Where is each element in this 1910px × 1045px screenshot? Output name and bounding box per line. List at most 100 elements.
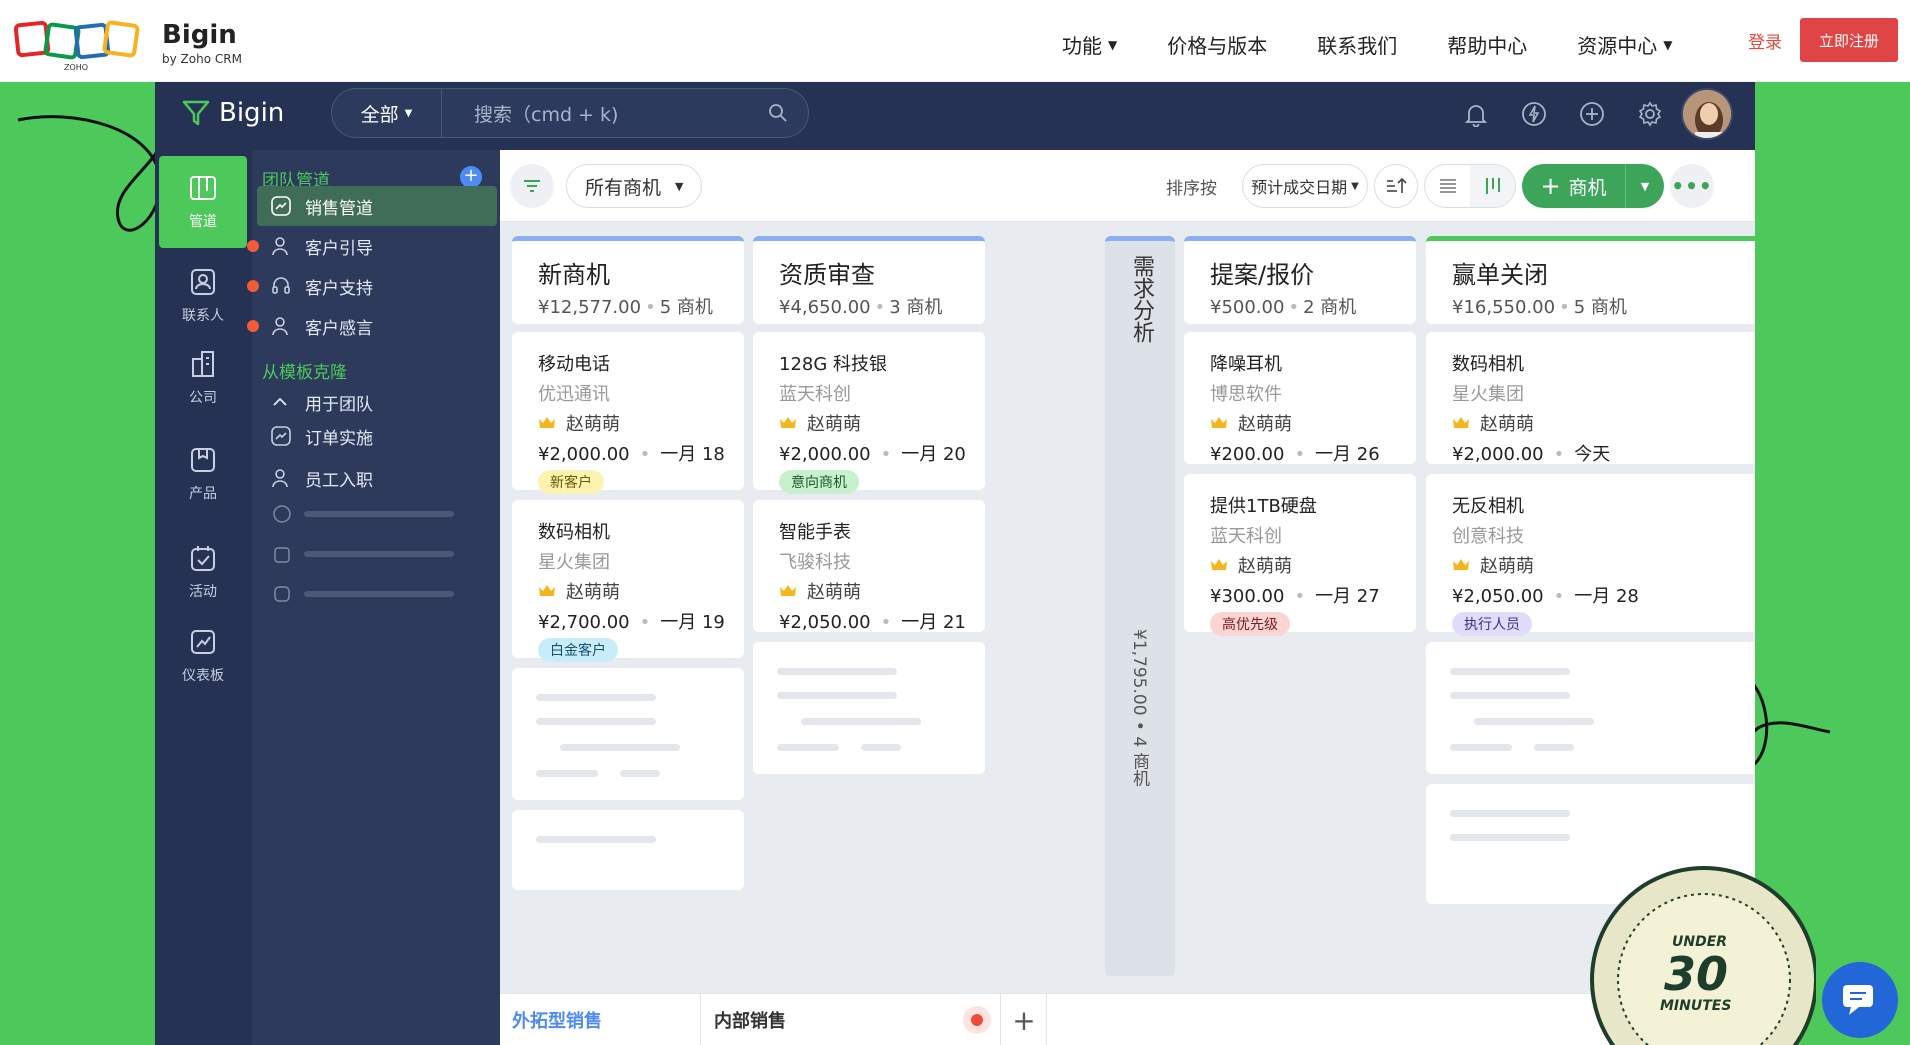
svg-text:30: 30 xyxy=(1664,947,1728,1001)
nav-links: 功能 ▼ 价格与版本 联系我们 帮助中心 资源中心 ▼ xyxy=(1062,30,1722,59)
bigin-logo[interactable]: Bigin xyxy=(181,98,284,128)
stage-header[interactable]: 资质审查 ¥4,650.00 • 3 商机 xyxy=(753,236,985,324)
nav-link-help[interactable]: 帮助中心 xyxy=(1447,30,1527,59)
chevron-up-icon xyxy=(271,393,293,411)
placeholder-card xyxy=(1426,642,1755,774)
chat-widget-button[interactable] xyxy=(1822,962,1898,1038)
status-dot xyxy=(247,280,259,292)
crown-icon xyxy=(1211,559,1227,570)
deal-amount-date: ¥2,000.00 • 一月 18 xyxy=(538,444,725,465)
sidebar-item-onboarding[interactable]: 客户引导 xyxy=(247,226,497,266)
stage-name: 需求分析 xyxy=(1129,255,1154,343)
deal-card[interactable]: 无反相机 创意科技 赵萌萌 ¥2,050.00 • 一月 28 执行人员 xyxy=(1426,474,1755,636)
collapsed-stage-column[interactable]: 需求分析 ¥1,795.00 • 4 商机 xyxy=(1105,236,1175,976)
add-pipeline-button[interactable]: + xyxy=(460,166,482,188)
deal-card[interactable]: 128G 科技银 蓝天科创 赵萌萌 ¥2,000.00 • 一月 20 意向商机 xyxy=(753,332,985,494)
module-contacts[interactable]: 联系人 xyxy=(159,250,247,342)
tab-inside-sales[interactable]: 内部销售 xyxy=(714,994,786,1045)
sidebar-item-sales-pipeline[interactable]: 销售管道 xyxy=(257,186,497,226)
sidebar-item-testimonials[interactable]: 客户感言 xyxy=(247,306,497,346)
stage-summary: ¥12,577.00 • 5 商机 xyxy=(538,297,713,318)
tab-outbound-sales[interactable]: 外拓型销售 xyxy=(512,994,602,1045)
sort-dropdown[interactable]: 预计成交日期 ▼ xyxy=(1242,164,1368,208)
sidebar-item-support[interactable]: 客户支持 xyxy=(247,266,497,306)
nav-link-features[interactable]: 功能 ▼ xyxy=(1062,30,1117,59)
deal-owner: 赵萌萌 xyxy=(1452,410,1534,436)
add-tab-button[interactable]: + xyxy=(1002,994,1046,1045)
activity-icon xyxy=(191,546,215,571)
deal-card[interactable]: 数码相机 星火集团 赵萌萌 ¥2,000.00 • 今天 xyxy=(1426,332,1755,465)
kanban-icon xyxy=(1485,178,1500,194)
deal-company: 创意科技 xyxy=(1452,526,1524,547)
signup-button[interactable]: 立即注册 xyxy=(1800,18,1898,62)
deal-amount-date: ¥2,000.00 • 今天 xyxy=(1452,444,1611,465)
login-link[interactable]: 登录 xyxy=(1748,28,1782,53)
crown-icon xyxy=(539,417,555,428)
template-item-onboarding[interactable]: 员工入职 xyxy=(257,458,497,498)
crown-icon xyxy=(780,585,796,596)
nav-link-pricing[interactable]: 价格与版本 xyxy=(1167,30,1267,59)
user-icon xyxy=(271,316,293,336)
stage-summary: ¥4,650.00 • 3 商机 xyxy=(779,297,943,318)
brand[interactable]: Bigin by Zoho CRM xyxy=(162,20,242,66)
kanban-view-button[interactable] xyxy=(1470,165,1515,207)
plus-circle-icon[interactable] xyxy=(1563,96,1621,132)
view-selector[interactable]: 所有商机 ▼ xyxy=(566,164,702,208)
deal-card[interactable]: 提供1TB硬盘 蓝天科创 赵萌萌 ¥300.00 • 一月 27 高优先级 xyxy=(1184,474,1416,636)
nav-link-contact[interactable]: 联系我们 xyxy=(1317,30,1397,59)
crown-icon xyxy=(1453,417,1469,428)
search-icon[interactable] xyxy=(768,103,808,123)
deal-card[interactable]: 降噪耳机 博思软件 赵萌萌 ¥200.00 • 一月 26 xyxy=(1184,332,1416,465)
crown-icon xyxy=(1211,417,1227,428)
deal-amount-date: ¥2,000.00 • 一月 20 xyxy=(779,444,966,465)
stage-summary: ¥1,795.00 • 4 商机 xyxy=(1129,629,1149,787)
stage-header[interactable]: 新商机 ¥12,577.00 • 5 商机 xyxy=(512,236,744,324)
module-products[interactable]: 产品 xyxy=(159,428,247,520)
module-companies[interactable]: 公司 xyxy=(159,332,247,424)
stage-summary: ¥500.00 • 2 商机 xyxy=(1210,297,1357,318)
add-deal-dropdown[interactable]: ▼ xyxy=(1626,180,1664,193)
module-pipeline[interactable]: 管道 xyxy=(159,156,247,248)
list-icon xyxy=(1439,179,1456,193)
sort-order-button[interactable] xyxy=(1374,164,1418,208)
board-toolbar: 所有商机 ▼ 排序按 预计成交日期 ▼ + 商机 ▼ ••• xyxy=(500,150,1755,222)
lightning-icon[interactable] xyxy=(1505,96,1563,132)
deal-owner: 赵萌萌 xyxy=(779,410,861,436)
caret-down-icon: ▼ xyxy=(404,107,413,119)
deal-amount-date: ¥2,050.00 • 一月 21 xyxy=(779,612,966,633)
filter-button[interactable] xyxy=(510,164,554,208)
app-topbar: Bigin 全部 ▼ 搜索（cmd + k) xyxy=(155,82,1755,150)
deal-tag: 白金客户 xyxy=(538,638,618,662)
module-activities[interactable]: 活动 xyxy=(159,526,247,618)
module-iconbar: 管道 联系人 公司 产品 活动 仪表板 xyxy=(155,150,252,1045)
deal-card[interactable]: 智能手表 飞骏科技 赵萌萌 ¥2,050.00 • 一月 21 xyxy=(753,500,985,633)
deal-company: 星火集团 xyxy=(538,552,610,573)
status-dot xyxy=(247,320,259,332)
zoho-logo[interactable]: ZOHO xyxy=(14,16,140,72)
deal-card[interactable]: 移动电话 优迅通讯 赵萌萌 ¥2,000.00 • 一月 18 新客户 xyxy=(512,332,744,494)
module-dashboard[interactable]: 仪表板 xyxy=(159,610,247,702)
add-deal-button[interactable]: + 商机 ▼ xyxy=(1522,164,1664,208)
caret-down-icon: ▼ xyxy=(1663,37,1673,52)
stage-header[interactable]: 提案/报价 ¥500.00 • 2 商机 xyxy=(1184,236,1416,324)
more-options-button[interactable]: ••• xyxy=(1670,164,1714,208)
deal-owner: 赵萌萌 xyxy=(1210,552,1292,578)
bigin-app-window: Bigin 全部 ▼ 搜索（cmd + k) 管道 联系人 公司 产品 活动 仪… xyxy=(155,82,1755,1045)
deal-company: 蓝天科创 xyxy=(1210,526,1282,547)
record-indicator[interactable] xyxy=(963,1006,991,1034)
search-scope-dropdown[interactable]: 全部 ▼ xyxy=(332,89,442,137)
deal-company: 飞骏科技 xyxy=(779,552,851,573)
gear-icon[interactable] xyxy=(1621,96,1679,132)
add-deal-main[interactable]: + 商机 xyxy=(1522,164,1626,208)
bell-icon[interactable] xyxy=(1447,96,1505,132)
brand-name: Bigin xyxy=(162,20,237,50)
dashboard-icon xyxy=(191,630,215,654)
user-avatar[interactable] xyxy=(1681,88,1733,140)
list-view-button[interactable] xyxy=(1425,165,1470,207)
stage-header[interactable]: 赢单关闭 ¥16,550.00 • 5 商机 xyxy=(1426,236,1755,324)
template-item-order[interactable]: 订单实施 xyxy=(257,416,497,456)
view-toggle xyxy=(1424,164,1516,208)
search-input[interactable]: 搜索（cmd + k) xyxy=(442,100,768,127)
nav-link-resources[interactable]: 资源中心 ▼ xyxy=(1577,30,1672,59)
deal-card[interactable]: 数码相机 星火集团 赵萌萌 ¥2,700.00 • 一月 19 白金客户 xyxy=(512,500,744,662)
